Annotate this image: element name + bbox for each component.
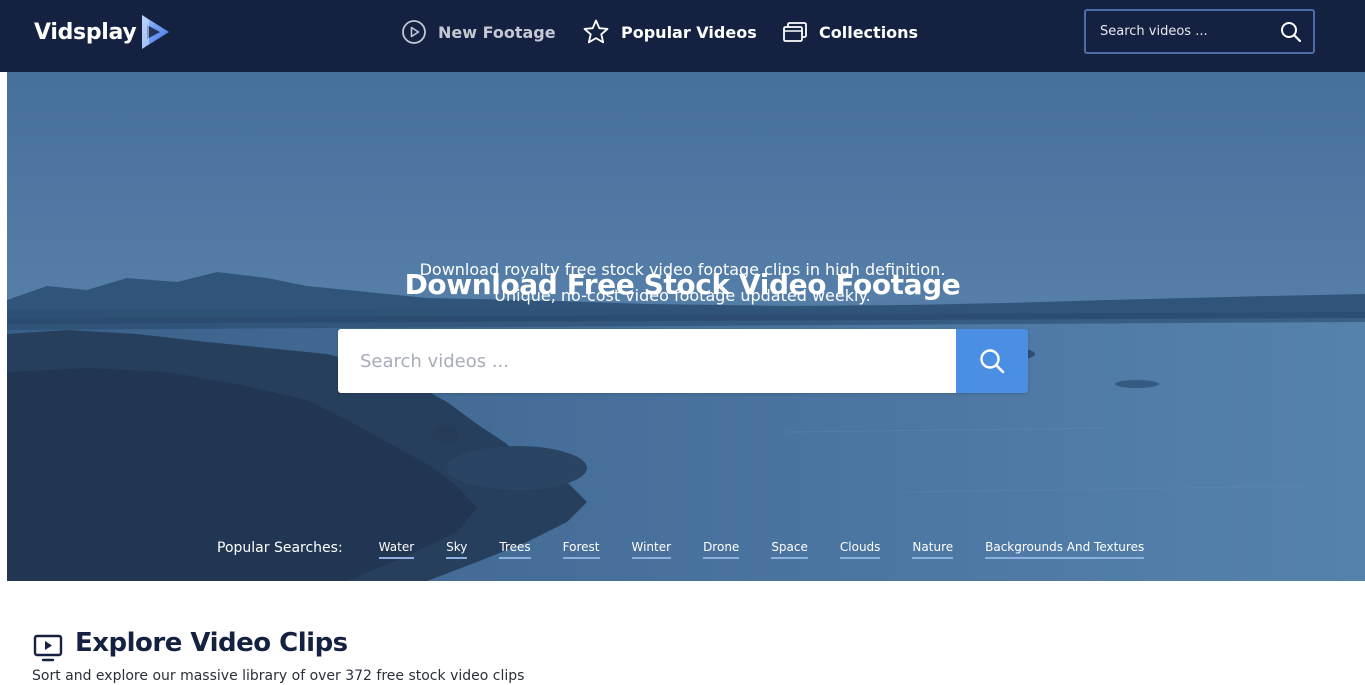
explore-subtitle: Sort and explore our massive library of …	[32, 668, 525, 684]
hero-subtitle-line-2: Unique, no-cost video footage updated we…	[494, 286, 871, 305]
hero-background-image	[7, 72, 1365, 581]
popular-search-tag[interactable]: Sky	[446, 538, 468, 559]
search-icon	[1281, 21, 1302, 42]
play-circle-icon	[402, 20, 426, 44]
popular-search-tag[interactable]: Forest	[562, 538, 600, 559]
stacked-windows-icon	[783, 22, 807, 42]
popular-searches-label: Popular Searches:	[217, 540, 343, 556]
header-search-input[interactable]	[1086, 11, 1269, 52]
nav-collections-label: Collections	[819, 22, 919, 42]
star-icon	[583, 19, 609, 44]
popular-searches: Popular Searches: Water Sky Trees Forest…	[217, 538, 1176, 562]
site-header: Vidsplay New Footage Popular Videos Coll…	[0, 0, 1365, 72]
popular-searches-list: Water Sky Trees Forest Winter Drone Spac…	[378, 538, 1177, 559]
nav-new-footage[interactable]: New Footage	[401, 18, 556, 46]
tv-play-icon	[33, 634, 63, 662]
hero-subtitle: Download royalty free stock video footag…	[7, 257, 1358, 309]
popular-search-tag[interactable]: Trees	[499, 538, 531, 559]
logo-text: Vidsplay	[34, 19, 137, 45]
nav-popular-videos[interactable]: Popular Videos	[582, 18, 757, 46]
hero-search-input[interactable]	[338, 329, 956, 393]
explore-title: Explore Video Clips	[75, 628, 348, 658]
hero-subtitle-line-1: Download royalty free stock video footag…	[419, 260, 946, 279]
hero-search-button[interactable]	[956, 329, 1028, 393]
search-icon	[980, 349, 1005, 374]
header-search-button[interactable]	[1269, 11, 1313, 52]
hero-section: Download Free Stock Video Footage Downlo…	[7, 72, 1365, 581]
nav-collections[interactable]: Collections	[782, 18, 918, 46]
site-logo[interactable]: Vidsplay	[34, 14, 172, 50]
popular-search-tag[interactable]: Winter	[631, 538, 672, 559]
popular-search-tag[interactable]: Nature	[912, 538, 954, 559]
nav-new-footage-label: New Footage	[438, 22, 556, 42]
header-search-box	[1084, 9, 1315, 54]
popular-search-tag[interactable]: Drone	[703, 538, 740, 559]
popular-search-tag[interactable]: Space	[771, 538, 808, 559]
nav-popular-videos-label: Popular Videos	[621, 22, 757, 42]
hero-search-box	[338, 329, 1028, 393]
popular-search-tag[interactable]: Backgrounds And Textures	[985, 538, 1145, 559]
popular-search-tag[interactable]: Clouds	[839, 538, 881, 559]
popular-search-tag[interactable]: Water	[378, 538, 415, 559]
play-triangle-logo-icon	[142, 15, 170, 49]
